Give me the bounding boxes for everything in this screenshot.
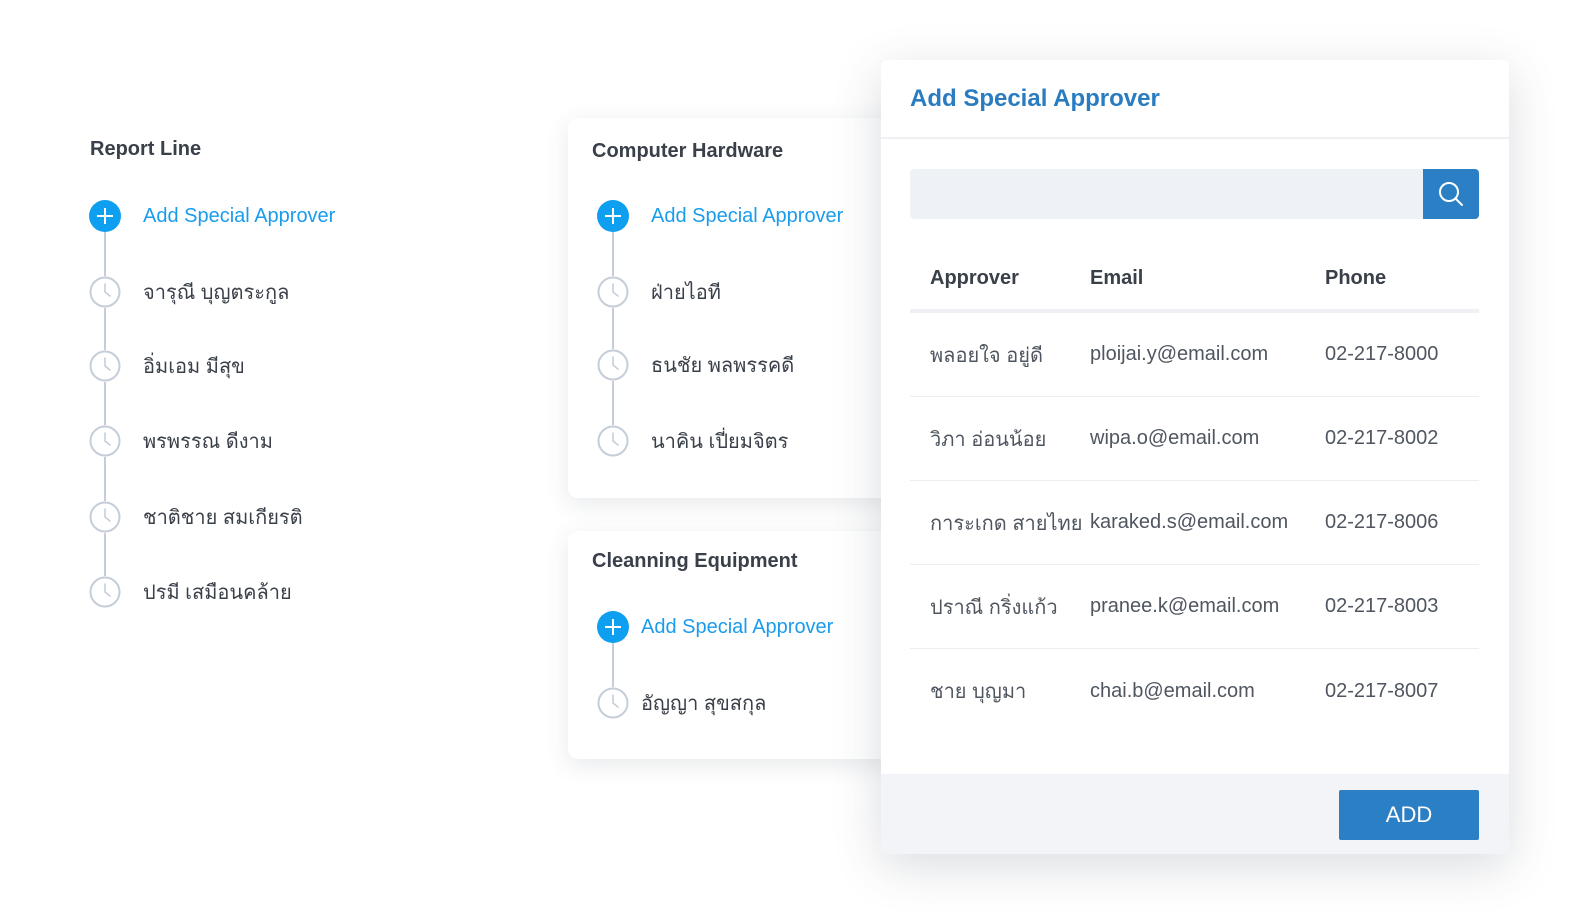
email-cell: chai.b@email.com	[1090, 679, 1255, 702]
column-header-email[interactable]: Email	[1090, 267, 1325, 290]
plus-icon[interactable]	[597, 200, 629, 232]
timeline-connector	[104, 216, 106, 592]
computer-hardware-add-approver[interactable]: Add Special Approver	[597, 200, 843, 232]
approver-cell: พลอยใจ อยู่ดี	[930, 344, 1043, 367]
timeline-item: พรพรรณ ดีงาม	[89, 425, 273, 457]
timeline-item: ปรมี เสมือนคล้าย	[89, 576, 292, 608]
column-header-phone[interactable]: Phone	[1325, 267, 1479, 290]
modal-footer: ADD	[881, 774, 1509, 854]
column-header-approver[interactable]: Approver	[910, 267, 1090, 290]
cleaning-equipment-timeline: Add Special Approver อัญญา สุขสกุล	[597, 611, 897, 721]
table-row[interactable]: วิภา อ่อนน้อย wipa.o@email.com 02-217-80…	[910, 397, 1479, 481]
report-line-add-approver[interactable]: Add Special Approver	[89, 200, 335, 232]
cleaning-equipment-add-approver[interactable]: Add Special Approver	[597, 611, 833, 643]
approver-name: ชาติชาย สมเกียรติ	[143, 507, 303, 529]
modal-title: Add Special Approver	[910, 84, 1160, 112]
email-cell: pranee.k@email.com	[1090, 595, 1280, 617]
clock-icon	[597, 687, 629, 719]
approver-name: อิ่มเอม มีสุข	[143, 356, 245, 378]
computer-hardware-card: Computer Hardware Add Special Approver ฝ…	[568, 118, 928, 498]
approver-name: ปรมี เสมือนคล้าย	[143, 582, 292, 604]
approver-table: Approver Email Phone พลอยใจ อยู่ดี ploij…	[910, 248, 1479, 733]
timeline-item: ชาติชาย สมเกียรติ	[89, 501, 303, 533]
table-row[interactable]: ปราณี กริ่งแก้ว pranee.k@email.com 02-21…	[910, 565, 1479, 649]
approver-name: นาคิน เปี่ยมจิตร	[651, 431, 789, 453]
search-button[interactable]	[1423, 169, 1479, 219]
clock-icon	[597, 349, 629, 381]
phone-cell: 02-217-8000	[1325, 343, 1439, 365]
modal-header: Add Special Approver	[881, 60, 1509, 139]
timeline-connector	[612, 216, 614, 441]
approver-name: ธนชัย พลพรรคดี	[651, 355, 795, 377]
table-header: Approver Email Phone	[910, 248, 1479, 313]
clock-icon	[89, 501, 121, 533]
approver-name: ฝ่ายไอที	[651, 282, 721, 304]
clock-icon	[597, 425, 629, 457]
table-row[interactable]: การะเกด สายไทย karaked.s@email.com 02-21…	[910, 481, 1479, 565]
approver-name: พรพรรณ ดีงาม	[143, 431, 273, 453]
email-cell: wipa.o@email.com	[1090, 427, 1260, 449]
clock-icon	[89, 350, 121, 382]
report-line-timeline: Add Special Approver จารุณี บุญตระกูล อิ…	[89, 200, 489, 610]
phone-cell: 02-217-8006	[1325, 511, 1439, 533]
phone-cell: 02-217-8007	[1325, 679, 1439, 702]
email-cell: ploijai.y@email.com	[1090, 343, 1269, 365]
add-button[interactable]: ADD	[1339, 790, 1479, 840]
email-cell: karaked.s@email.com	[1090, 511, 1289, 533]
approver-cell: วิภา อ่อนน้อย	[930, 428, 1047, 451]
report-line-title: Report Line	[90, 138, 202, 160]
add-special-approver-modal: Add Special Approver Approver Email Phon…	[881, 60, 1509, 854]
clock-icon	[89, 276, 121, 308]
search-icon	[1439, 182, 1463, 206]
add-special-approver-link[interactable]: Add Special Approver	[641, 616, 833, 639]
plus-icon[interactable]	[597, 611, 629, 643]
timeline-item: อัญญา สุขสกุล	[597, 687, 766, 719]
search-input[interactable]	[910, 169, 1423, 219]
cleaning-equipment-title: Cleanning Equipment	[592, 550, 798, 572]
computer-hardware-title: Computer Hardware	[592, 140, 784, 162]
table-row[interactable]: ชาย บุญมา chai.b@email.com 02-217-8007	[910, 649, 1479, 733]
timeline-item: จารุณี บุญตระกูล	[89, 276, 289, 308]
clock-icon	[597, 276, 629, 308]
approver-cell: ชาย บุญมา	[930, 681, 1027, 703]
plus-icon[interactable]	[89, 200, 121, 232]
clock-icon	[89, 425, 121, 457]
search-bar	[910, 169, 1479, 219]
timeline-item: ธนชัย พลพรรคดี	[597, 349, 794, 381]
table-row[interactable]: พลอยใจ อยู่ดี ploijai.y@email.com 02-217…	[910, 313, 1479, 397]
timeline-item: อิ่มเอม มีสุข	[89, 350, 245, 382]
cleaning-equipment-card: Cleanning Equipment Add Special Approver…	[568, 531, 928, 759]
phone-cell: 02-217-8003	[1325, 595, 1439, 617]
approver-name: อัญญา สุขสกุล	[641, 693, 767, 715]
add-special-approver-link[interactable]: Add Special Approver	[143, 205, 335, 228]
clock-icon	[89, 576, 121, 608]
timeline-item: ฝ่ายไอที	[597, 276, 721, 308]
approver-cell: การะเกด สายไทย	[930, 512, 1083, 535]
timeline-item: นาคิน เปี่ยมจิตร	[597, 425, 788, 457]
computer-hardware-timeline: Add Special Approver ฝ่ายไอที ธนชัย พลพร…	[597, 200, 897, 460]
approver-name: จารุณี บุญตระกูล	[143, 282, 290, 304]
approver-cell: ปราณี กริ่งแก้ว	[930, 596, 1058, 619]
add-special-approver-link[interactable]: Add Special Approver	[651, 205, 843, 228]
phone-cell: 02-217-8002	[1325, 427, 1439, 449]
